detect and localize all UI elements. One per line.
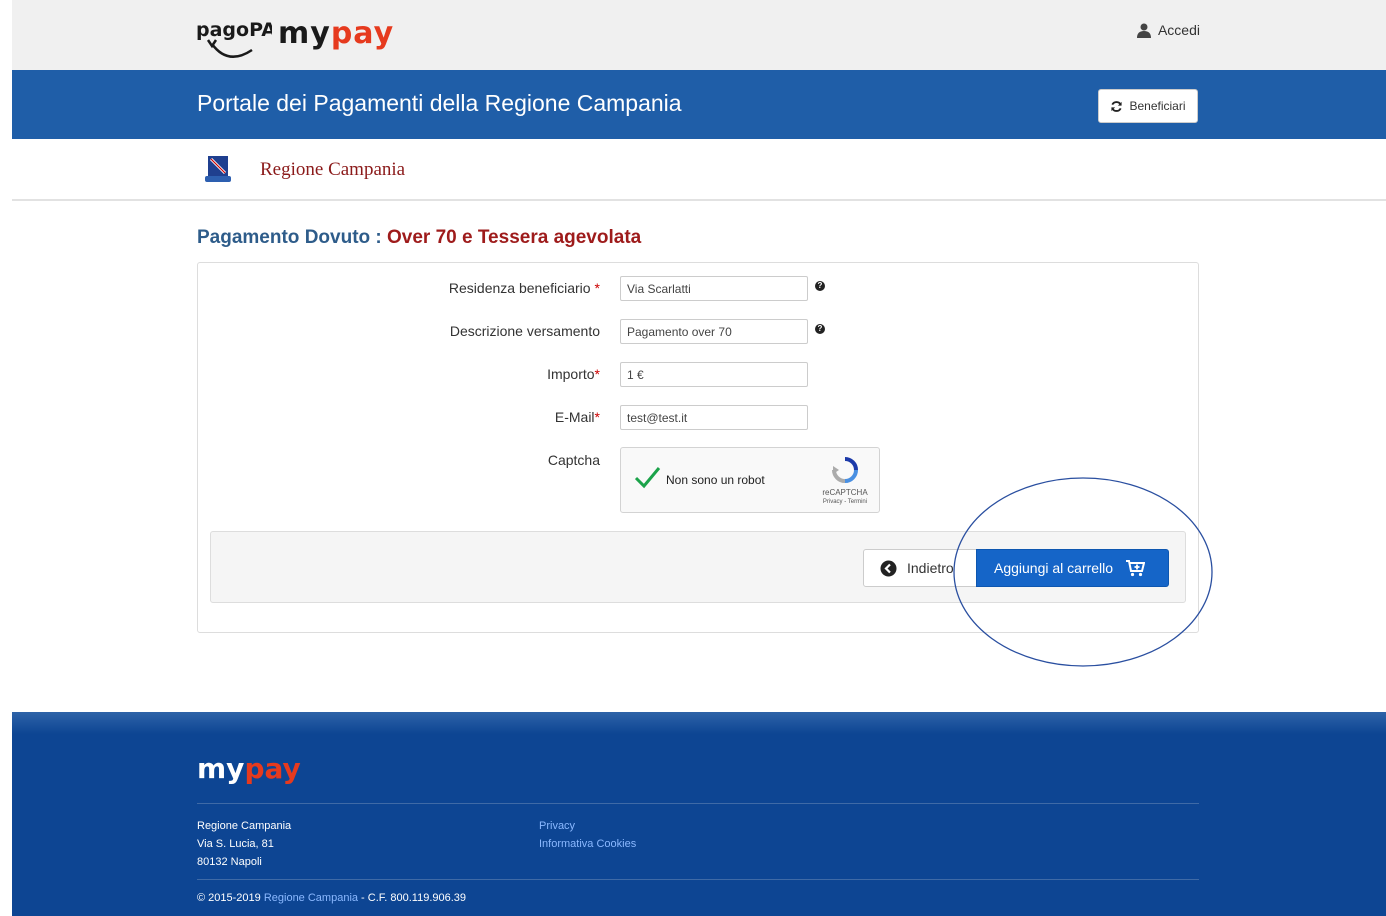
importo-input[interactable]: [620, 362, 808, 387]
recaptcha-logo-icon: [832, 457, 858, 483]
regione-campania-emblem-icon: [205, 156, 231, 182]
descrizione-input[interactable]: [620, 319, 808, 344]
footer-copyright: © 2015-2019 Regione Campania - C.F. 800.…: [197, 892, 466, 904]
footer-address-line: 80132 Napoli: [197, 856, 262, 868]
add-to-cart-button[interactable]: Aggiungi al carrello: [976, 549, 1169, 587]
email-input[interactable]: [620, 405, 808, 430]
help-icon[interactable]: ?: [815, 281, 825, 291]
back-label: Indietro: [907, 560, 954, 576]
mypay-logo-pay: pay: [330, 16, 395, 51]
portal-title: Portale dei Pagamenti della Regione Camp…: [197, 90, 682, 116]
footer-address-line: Via S. Lucia, 81: [197, 838, 274, 850]
recaptcha-brand: reCAPTCHA: [822, 488, 868, 497]
form-row-email: E-Mail*: [198, 405, 1198, 431]
help-icon[interactable]: ?: [815, 324, 825, 334]
form-row-descrizione: Descrizione versamento ?: [198, 319, 1198, 345]
login-label: Accedi: [1157, 22, 1200, 38]
recaptcha-links[interactable]: Privacy - Termini: [817, 499, 873, 505]
recaptcha-text: Non sono un robot: [666, 473, 765, 487]
copyright-entity-link[interactable]: Regione Campania: [264, 892, 358, 904]
chevron-left-circle-icon: [880, 560, 897, 576]
refresh-icon: [1111, 100, 1123, 112]
copyright-suffix: - C.F. 800.119.906.39: [358, 892, 467, 904]
top-bar: pagoPA mypay Accedi: [12, 0, 1386, 70]
footer-mypay-logo[interactable]: mypay: [197, 752, 301, 785]
login-link[interactable]: Accedi: [1136, 22, 1200, 38]
residenza-label: Residenza beneficiario *: [448, 280, 600, 296]
footer-links: Privacy Informativa Cookies: [539, 817, 636, 853]
entity-bar: Regione Campania: [12, 139, 1386, 201]
back-button[interactable]: Indietro: [863, 549, 977, 587]
page-title: Pagamento Dovuto : Over 70 e Tessera age…: [197, 227, 641, 249]
recaptcha-widget[interactable]: Non sono un robot reCAPTCHA Privacy - Te…: [620, 447, 880, 513]
footer: mypay Regione Campania Via S. Lucia, 81 …: [12, 712, 1386, 916]
add-to-cart-label: Aggiungi al carrello: [994, 560, 1114, 576]
required-marker: *: [594, 280, 600, 296]
beneficiari-button[interactable]: Beneficiari: [1098, 89, 1198, 123]
beneficiari-label: Beneficiari: [1129, 99, 1186, 113]
footer-logo-my: my: [197, 752, 245, 785]
form-actions-bar: Indietro Aggiungi al carrello: [210, 531, 1186, 603]
email-label: E-Mail*: [554, 409, 600, 425]
descrizione-label: Descrizione versamento: [449, 323, 600, 339]
required-marker: *: [594, 366, 600, 382]
privacy-link[interactable]: Privacy: [539, 817, 636, 835]
mypay-logo[interactable]: mypay: [278, 16, 394, 51]
checkmark-icon[interactable]: [633, 464, 661, 490]
page-title-name: Over 70 e Tessera agevolata: [387, 227, 642, 248]
required-marker: *: [594, 409, 600, 425]
footer-address-line: Regione Campania: [197, 820, 292, 832]
copyright-prefix: © 2015-2019: [197, 892, 264, 904]
residenza-input[interactable]: [620, 276, 808, 301]
cart-plus-icon: [1126, 560, 1146, 577]
footer-logo-pay: pay: [244, 752, 301, 785]
cookies-link[interactable]: Informativa Cookies: [539, 835, 636, 853]
user-icon: [1136, 23, 1151, 38]
entity-name[interactable]: Regione Campania: [260, 159, 405, 181]
svg-text:pagoPA: pagoPA: [196, 19, 272, 41]
captcha-label: Captcha: [547, 452, 600, 468]
portal-header: Portale dei Pagamenti della Regione Camp…: [12, 70, 1386, 139]
page-title-prefix: Pagamento Dovuto :: [197, 227, 382, 248]
payment-form-panel: Residenza beneficiario* ? Descrizione ve…: [197, 262, 1199, 633]
footer-strip: [12, 712, 1386, 734]
footer-address: Regione Campania Via S. Lucia, 81 80132 …: [197, 817, 291, 871]
footer-divider: [197, 803, 1199, 804]
form-row-residenza: Residenza beneficiario* ?: [198, 276, 1198, 302]
footer-divider: [197, 879, 1199, 880]
mypay-logo-my: my: [278, 16, 331, 51]
form-row-importo: Importo*: [198, 362, 1198, 388]
importo-label: Importo*: [547, 366, 600, 382]
pagopa-logo[interactable]: pagoPA: [194, 10, 272, 66]
